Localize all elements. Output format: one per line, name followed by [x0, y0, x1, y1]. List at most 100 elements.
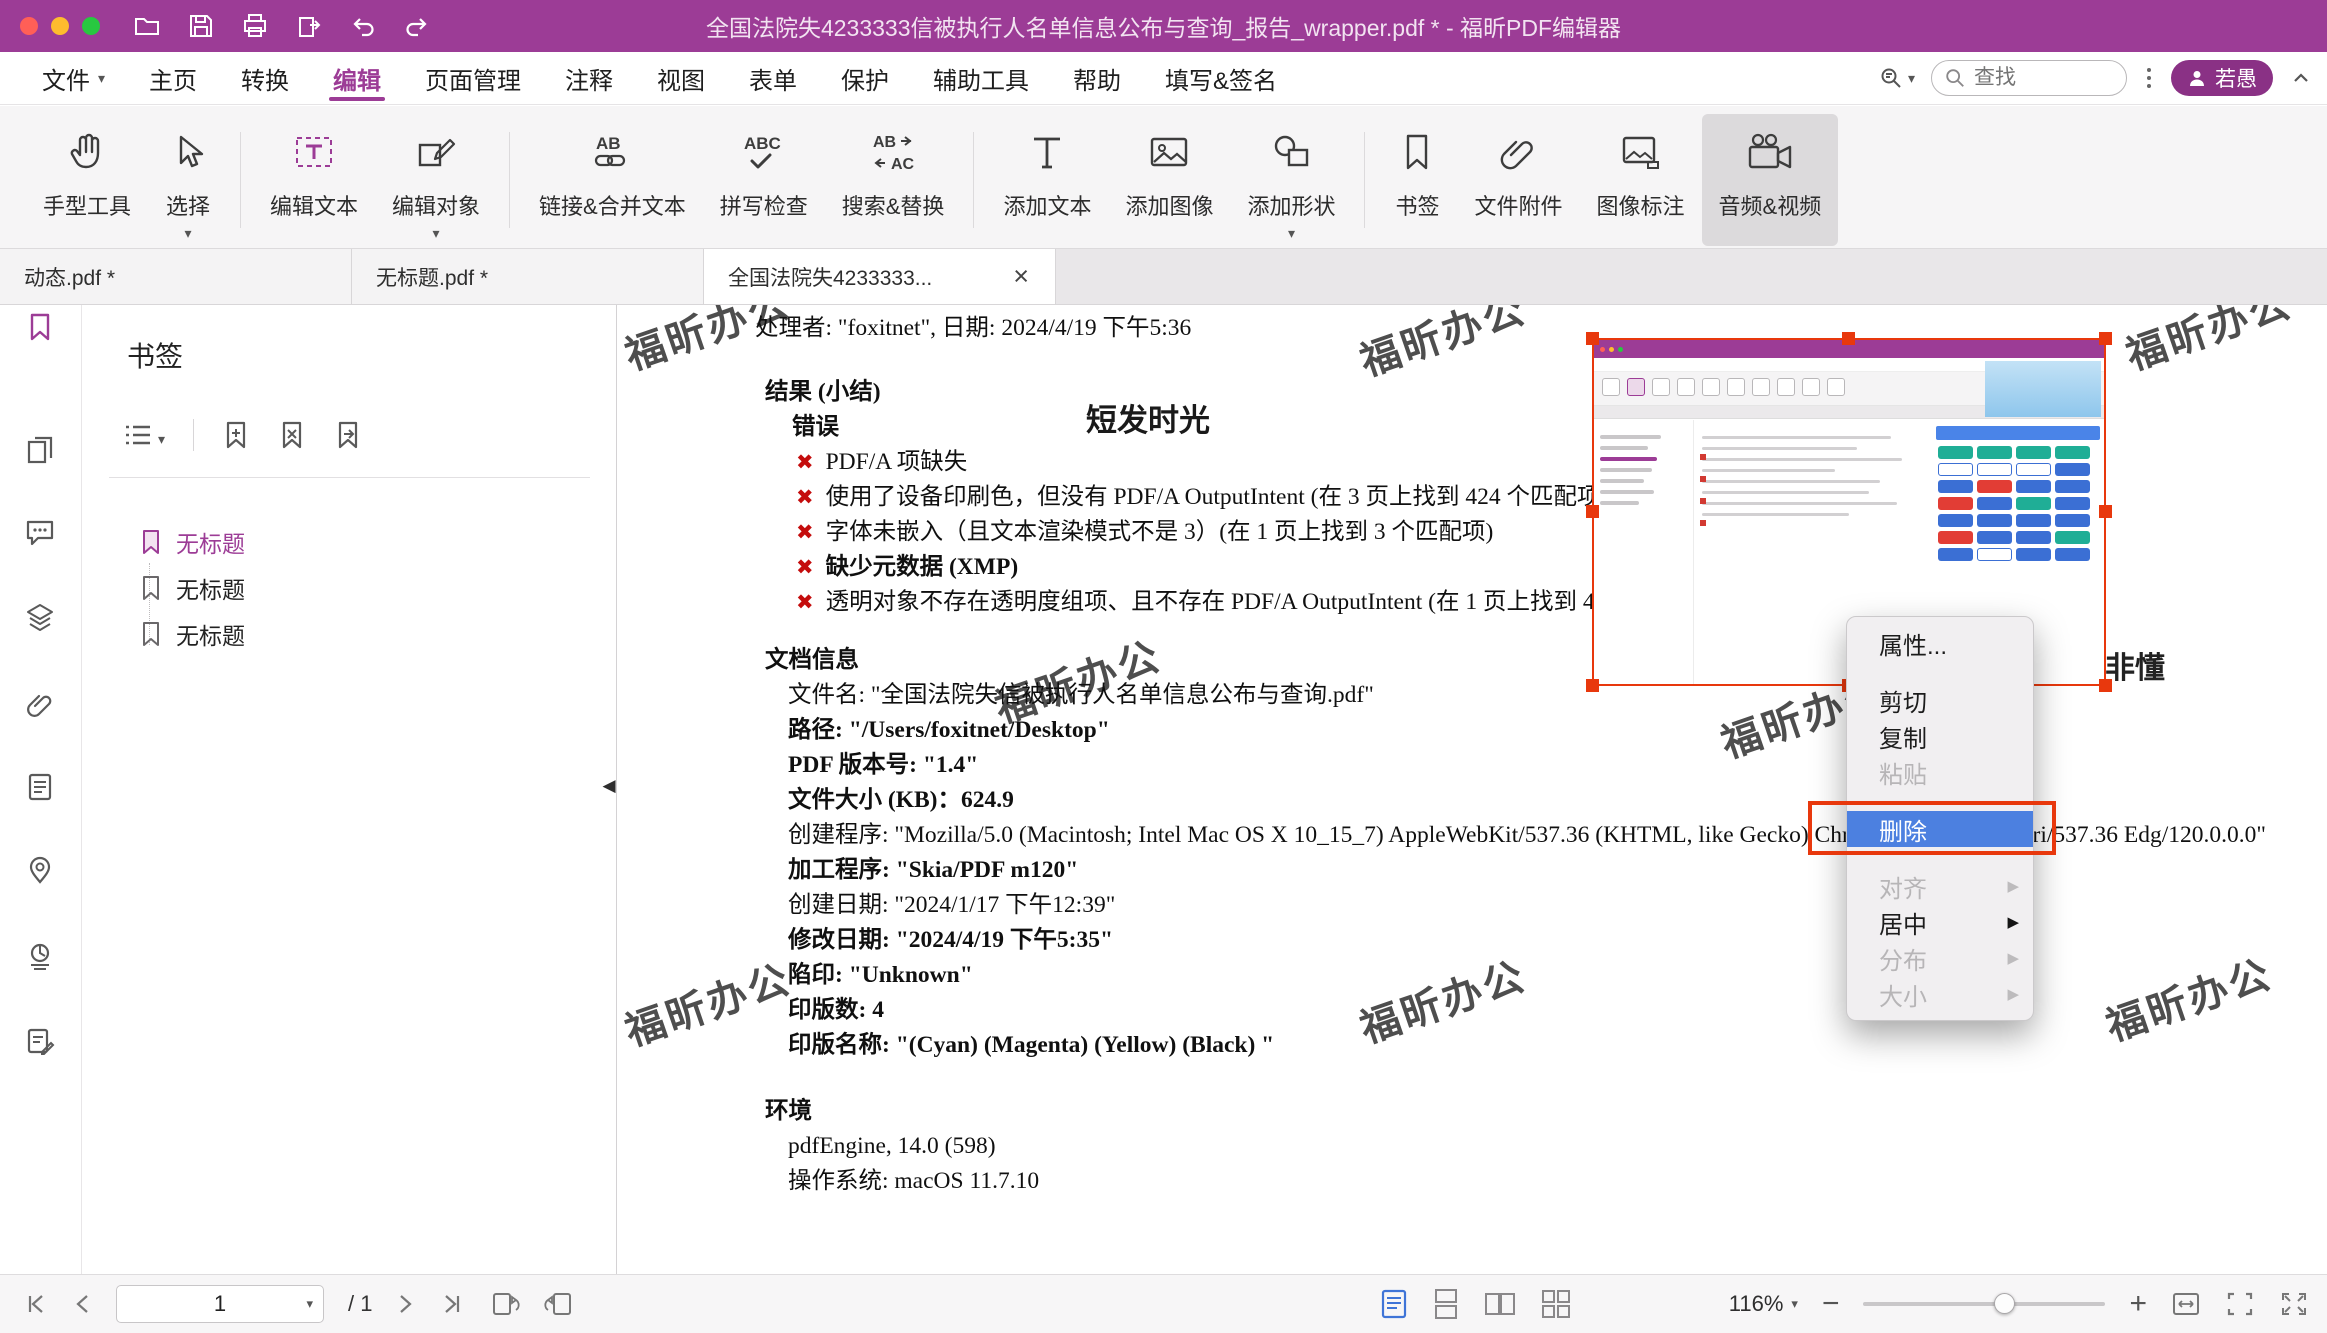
bookmarks-panel-button[interactable]	[24, 311, 58, 345]
edit-object-icon	[413, 122, 459, 182]
select-tool-button[interactable]: 选择 ▾	[148, 114, 228, 246]
tab-dongtai[interactable]: 动态.pdf *	[0, 249, 352, 304]
previous-page-button[interactable]	[72, 1292, 92, 1316]
edit-object-button[interactable]: 编辑对象 ▾	[375, 114, 497, 246]
search-replace-button[interactable]: ABAC 搜索&替换	[825, 114, 962, 246]
layers-panel-button[interactable]	[24, 601, 58, 635]
comments-panel-button[interactable]	[24, 516, 58, 550]
first-page-button[interactable]	[22, 1292, 48, 1316]
selection-handle[interactable]	[1586, 332, 1599, 345]
tab-active-document[interactable]: 全国法院失4233333... ×	[704, 249, 1056, 304]
find-dropdown-button[interactable]: ▾	[1878, 65, 1915, 91]
add-shape-button[interactable]: 添加形状 ▾	[1230, 114, 1352, 246]
sign-panel-button[interactable]	[24, 1025, 58, 1059]
menu-accessibility[interactable]: 辅助工具	[933, 52, 1029, 104]
edit-text-button[interactable]: 编辑文本	[253, 114, 375, 246]
audio-video-button[interactable]: 音频&视频	[1702, 114, 1839, 246]
menu-comment[interactable]: 注释	[565, 52, 613, 104]
spell-check-button[interactable]: ABC 拼写检查	[703, 114, 825, 246]
context-menu-copy[interactable]: 复制	[1847, 718, 2033, 754]
zoom-slider[interactable]	[1863, 1302, 2105, 1306]
facing-view-button[interactable]	[1484, 1288, 1516, 1320]
close-tab-icon[interactable]: ×	[1011, 261, 1031, 292]
zoom-level-button[interactable]: 116% ▾	[1729, 1291, 1798, 1317]
selection-handle[interactable]	[2099, 332, 2112, 345]
menu-fill-sign[interactable]: 填写&签名	[1165, 52, 1277, 104]
menu-page-management[interactable]: 页面管理	[425, 52, 521, 104]
bookmarks-panel-title: 书签	[127, 335, 183, 375]
single-page-view-button[interactable]	[1380, 1288, 1408, 1320]
selection-handle[interactable]	[1842, 332, 1855, 345]
image-annotation-button[interactable]: 图像标注	[1580, 114, 1702, 246]
pages-panel-button[interactable]	[24, 434, 58, 468]
zoom-slider-thumb[interactable]	[1994, 1293, 2015, 1314]
fullscreen-button[interactable]	[2279, 1290, 2309, 1318]
collapse-ribbon-button[interactable]	[2289, 66, 2313, 90]
tab-untitled[interactable]: 无标题.pdf *	[352, 249, 704, 304]
zoom-in-button[interactable]: +	[2129, 1289, 2147, 1319]
minimize-window-button[interactable]	[51, 17, 69, 35]
search-input[interactable]	[1974, 66, 2104, 90]
add-text-button[interactable]: 添加文本	[986, 114, 1108, 246]
menu-view[interactable]: 视图	[657, 52, 705, 104]
next-view-button[interactable]	[544, 1290, 574, 1318]
context-menu-cut[interactable]: 剪切	[1847, 682, 2033, 718]
print-button[interactable]	[238, 9, 272, 43]
selection-handle[interactable]	[1586, 505, 1599, 518]
error-cross-icon: ✖	[796, 555, 814, 579]
menu-edit[interactable]: 编辑	[333, 52, 381, 104]
redo-button[interactable]	[400, 9, 434, 43]
last-page-button[interactable]	[440, 1292, 466, 1316]
menu-file[interactable]: 文件▾	[42, 52, 105, 104]
chevron-down-icon: ▾	[433, 228, 440, 238]
menu-convert[interactable]: 转换	[241, 52, 289, 104]
open-file-button[interactable]	[130, 9, 164, 43]
search-box[interactable]	[1931, 60, 2127, 96]
video-camera-icon	[1744, 122, 1796, 182]
expand-bookmark-button[interactable]	[334, 420, 362, 450]
continuous-view-button[interactable]	[1432, 1288, 1460, 1320]
add-image-button[interactable]: 添加图像	[1108, 114, 1230, 246]
fit-page-button[interactable]	[2225, 1290, 2255, 1318]
page-number-box[interactable]: ▾	[116, 1285, 324, 1323]
destinations-panel-button[interactable]	[24, 771, 58, 805]
collapse-panel-button[interactable]: ◀	[601, 766, 617, 806]
grid-view-button[interactable]	[1540, 1288, 1572, 1320]
previous-view-button[interactable]	[490, 1290, 520, 1318]
undo-button[interactable]	[346, 9, 380, 43]
zoom-out-button[interactable]: −	[1822, 1289, 1840, 1319]
bookmark-item[interactable]: 无标题	[139, 519, 245, 565]
link-join-text-button[interactable]: AB 链接&合并文本	[522, 114, 703, 246]
zoom-window-button[interactable]	[82, 17, 100, 35]
context-menu-properties[interactable]: 属性...	[1847, 625, 2033, 661]
menu-home[interactable]: 主页	[149, 52, 197, 104]
export-button[interactable]	[292, 9, 326, 43]
add-bookmark-button[interactable]	[222, 420, 250, 450]
document-canvas[interactable]: 福昕办公 福昕办公 福昕办公 福昕办公 福昕办公 福昕办公 福昕办公 福昕办公 …	[617, 305, 2327, 1274]
selection-handle[interactable]	[2099, 505, 2112, 518]
share-review-panel-button[interactable]	[24, 940, 58, 974]
selection-handle[interactable]	[2099, 679, 2112, 692]
fit-width-button[interactable]	[2171, 1290, 2201, 1318]
bookmark-button[interactable]: 书签	[1377, 114, 1457, 246]
next-page-button[interactable]	[396, 1292, 416, 1316]
docinfo-row: 加工程序: "Skia/PDF m120"	[788, 853, 2266, 888]
menu-protect[interactable]: 保护	[841, 52, 889, 104]
bookmark-item[interactable]: 无标题	[139, 565, 245, 611]
delete-bookmark-button[interactable]	[278, 420, 306, 450]
context-menu-center[interactable]: 居中▶	[1847, 904, 2033, 940]
user-account-button[interactable]: 若愚	[2171, 60, 2273, 96]
more-options-button[interactable]	[2143, 64, 2155, 92]
bookmark-item[interactable]: 无标题	[139, 611, 245, 657]
selection-handle[interactable]	[1586, 679, 1599, 692]
hand-tool-button[interactable]: 手型工具	[26, 114, 148, 246]
menu-help[interactable]: 帮助	[1073, 52, 1121, 104]
menu-form[interactable]: 表单	[749, 52, 797, 104]
attachments-panel-button[interactable]	[24, 688, 58, 722]
bookmark-list-options-button[interactable]: ▾	[123, 422, 165, 448]
page-number-input[interactable]	[150, 1291, 290, 1317]
save-button[interactable]	[184, 9, 218, 43]
close-window-button[interactable]	[20, 17, 38, 35]
file-attachment-button[interactable]: 文件附件	[1457, 114, 1579, 246]
location-panel-button[interactable]	[24, 854, 58, 888]
